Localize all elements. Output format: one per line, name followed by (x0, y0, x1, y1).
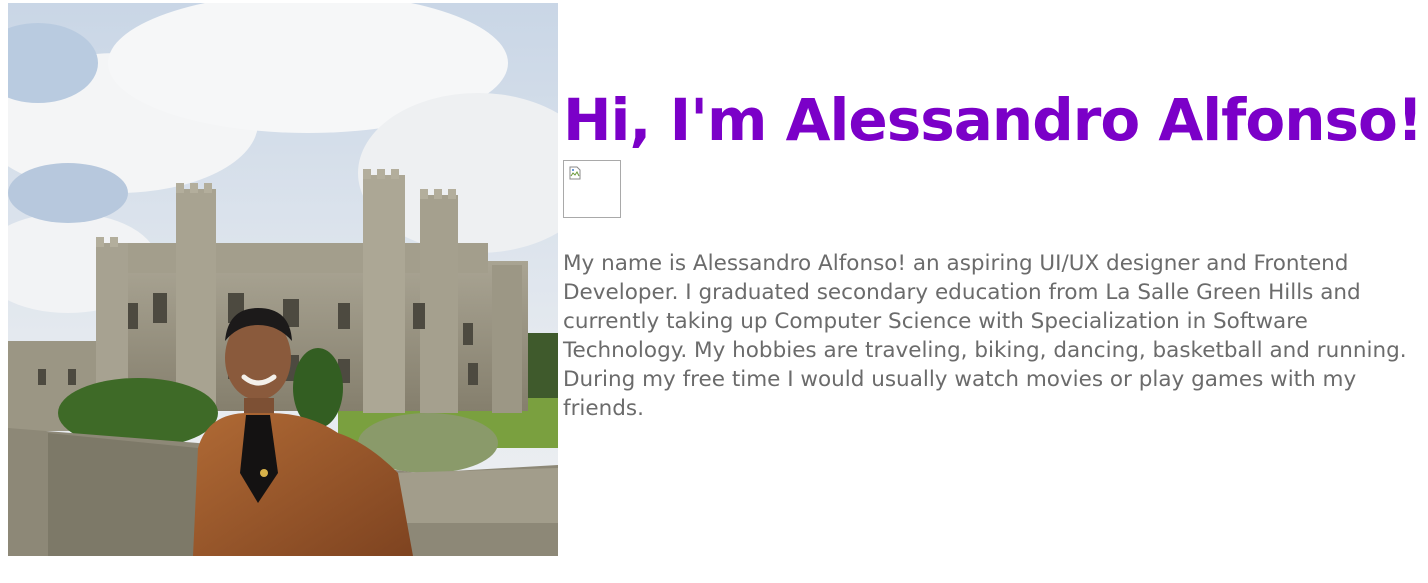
page-title: Hi, I'm Alessandro Alfonso! (563, 86, 1423, 154)
profile-photo (8, 3, 558, 556)
about-page: Hi, I'm Alessandro Alfonso! My name is A… (0, 0, 1428, 583)
bio-paragraph: My name is Alessandro Alfonso! an aspiri… (563, 251, 1407, 422)
broken-image-icon (563, 160, 621, 219)
intro-section: Hi, I'm Alessandro Alfonso! My name is A… (563, 78, 1423, 423)
